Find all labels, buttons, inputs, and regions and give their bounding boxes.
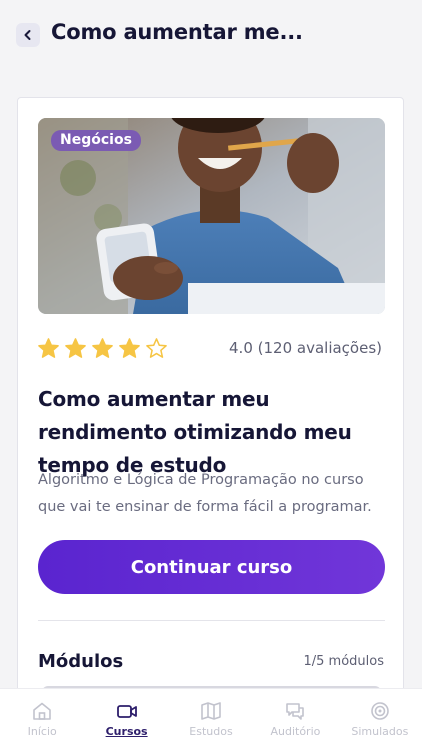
tab-inicio[interactable]: Início [0, 689, 84, 751]
tab-label: Simulados [351, 725, 409, 738]
map-icon [201, 702, 221, 720]
tab-label: Auditório [270, 725, 321, 738]
app-header: Como aumentar me... [0, 0, 422, 70]
course-description: Algoritmo e Lógica de Programação no cur… [38, 472, 372, 515]
bottom-tab-bar: Início Cursos Estudos Auditório Simulado… [0, 688, 422, 751]
tab-label: Cursos [105, 725, 148, 738]
tab-cursos[interactable]: Cursos [84, 689, 168, 751]
tab-simulados[interactable]: Simulados [338, 689, 422, 751]
tab-label: Início [27, 725, 57, 738]
category-badge: Negócios [51, 130, 141, 151]
star-filled-icon [65, 338, 86, 358]
home-icon [33, 702, 52, 720]
back-button[interactable] [16, 23, 40, 47]
tab-estudos[interactable]: Estudos [169, 689, 253, 751]
target-icon [371, 702, 389, 720]
rating-row: 4.0 (120 avaliações) [37, 336, 384, 362]
star-filled-icon [38, 338, 59, 358]
tab-auditorio[interactable]: Auditório [253, 689, 337, 751]
star-filled-icon [92, 338, 113, 358]
continue-course-button[interactable]: Continuar curso [38, 540, 385, 594]
chevron-left-icon [24, 30, 31, 40]
course-hero-image: Negócios [38, 118, 385, 314]
page-title: Como aumentar me... [51, 20, 303, 44]
star-filled-icon [119, 338, 140, 358]
modules-heading: Módulos [38, 651, 124, 672]
star-rating [37, 337, 168, 360]
course-card: Negócios 4.0 (120 avaliações) Como aumen… [17, 97, 404, 737]
video-camera-icon [116, 705, 137, 718]
tab-label: Estudos [189, 725, 233, 738]
rating-text: 4.0 (120 avaliações) [229, 339, 382, 357]
chat-icon [286, 703, 305, 720]
star-outline-icon [146, 338, 167, 358]
divider [38, 620, 385, 621]
modules-count: 1/5 módulos [303, 654, 384, 669]
